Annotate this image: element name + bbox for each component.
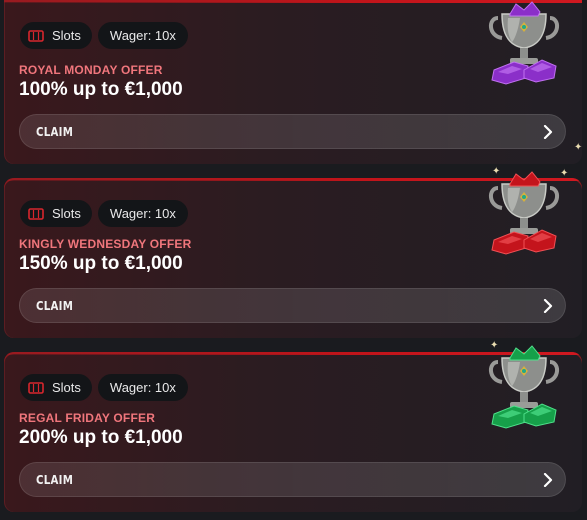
offer-tags: Slots Wager: 10x: [20, 22, 188, 49]
offer-amount: 100% up to €1,000: [19, 79, 183, 100]
offer-amount: 150% up to €1,000: [19, 253, 183, 274]
offer-title: ROYAL MONDAY OFFER: [19, 63, 163, 77]
offer-title: REGAL FRIDAY OFFER: [19, 411, 156, 425]
offer-tags: Slots Wager: 10x: [20, 374, 188, 401]
sparkle-icon: ✦: [560, 168, 569, 179]
category-label: Slots: [52, 380, 81, 395]
sparkle-icon: ✦: [492, 166, 501, 177]
wager-label: Wager: 10x: [109, 380, 176, 395]
wager-chip: Wager: 10x: [97, 374, 188, 401]
category-chip: Slots: [20, 374, 92, 401]
claim-button[interactable]: CLAIM: [19, 462, 566, 497]
chevron-right-icon: [541, 298, 555, 313]
offer-amount: 200% up to €1,000: [19, 427, 183, 448]
category-label: Slots: [52, 28, 81, 43]
wager-chip: Wager: 10x: [97, 22, 188, 49]
chevron-right-icon: [541, 124, 555, 139]
purple-gem-trophy-icon: [484, 0, 564, 90]
wager-label: Wager: 10x: [109, 206, 176, 221]
claim-label: CLAIM: [36, 124, 74, 139]
claim-label: CLAIM: [36, 298, 74, 313]
slot-machine-icon: [28, 29, 44, 42]
offer-tags: Slots Wager: 10x: [20, 200, 188, 227]
green-gem-trophy-icon: [484, 344, 564, 434]
claim-label: CLAIM: [36, 472, 74, 487]
red-gem-trophy-icon: [484, 170, 564, 260]
wager-chip: Wager: 10x: [97, 200, 188, 227]
category-label: Slots: [52, 206, 81, 221]
sparkle-icon: ✦: [574, 142, 583, 153]
slot-machine-icon: [28, 207, 44, 220]
claim-button[interactable]: CLAIM: [19, 114, 566, 149]
offer-title: KINGLY WEDNESDAY OFFER: [19, 237, 192, 251]
claim-button[interactable]: CLAIM: [19, 288, 566, 323]
category-chip: Slots: [20, 22, 92, 49]
wager-label: Wager: 10x: [109, 28, 176, 43]
chevron-right-icon: [541, 472, 555, 487]
sparkle-icon: ✦: [490, 340, 499, 351]
slot-machine-icon: [28, 381, 44, 394]
category-chip: Slots: [20, 200, 92, 227]
